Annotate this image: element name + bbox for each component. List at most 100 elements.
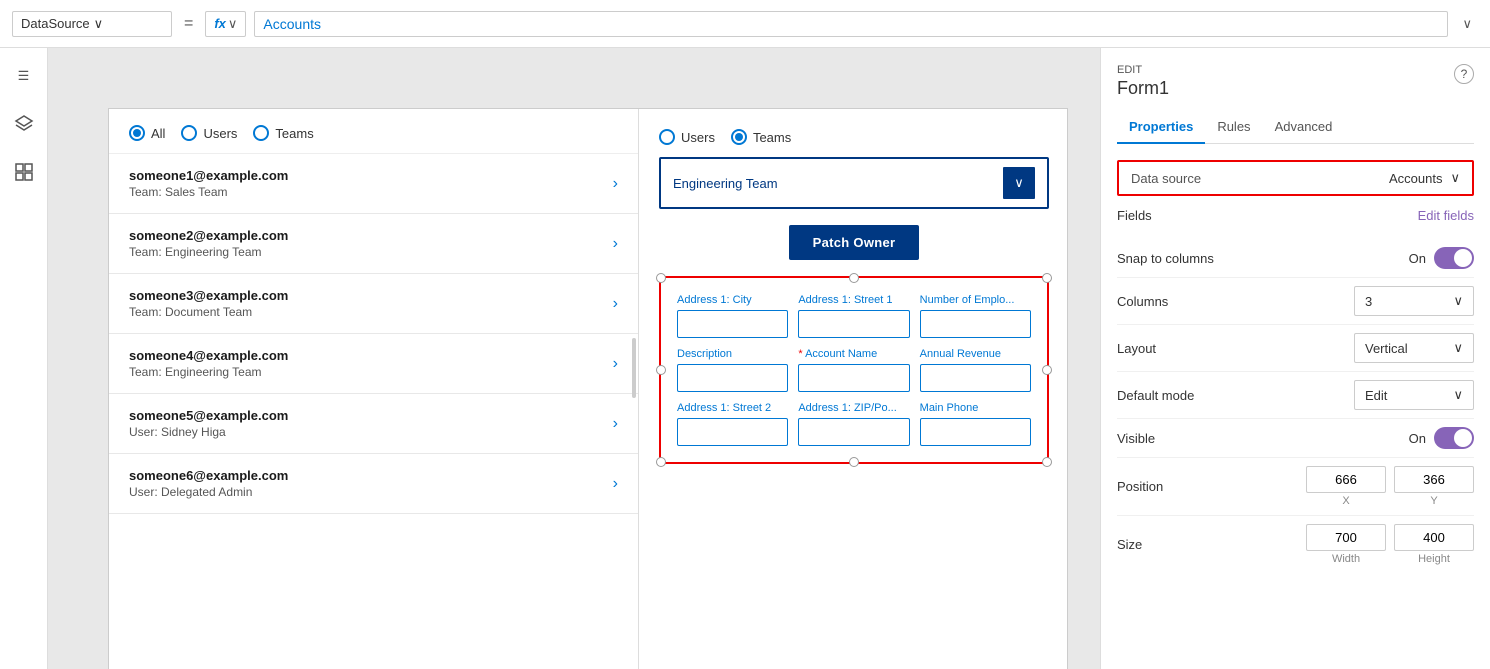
- layers-icon[interactable]: [8, 108, 40, 140]
- canvas-frame: All Users Teams someone1@example.com Tea…: [108, 108, 1068, 669]
- x-label: X: [1306, 495, 1386, 507]
- person-info: someone4@example.com Team: Engineering T…: [129, 348, 288, 379]
- field-input[interactable]: [677, 418, 788, 446]
- tab-properties[interactable]: Properties: [1117, 111, 1205, 144]
- handle-tm[interactable]: [849, 273, 859, 283]
- data-source-chevron: ∨: [1450, 170, 1460, 186]
- right-radio-teams-label: Teams: [753, 130, 791, 145]
- field-input[interactable]: [798, 310, 909, 338]
- field-label: Address 1: Street 1: [798, 294, 909, 306]
- right-radio-users[interactable]: Users: [659, 129, 715, 145]
- form-container[interactable]: Address 1: City Address 1: Street 1 Numb…: [659, 276, 1049, 464]
- team-dropdown[interactable]: Engineering Team ∨: [659, 157, 1049, 209]
- chevron-right-icon: ›: [613, 475, 618, 493]
- team-dropdown-value: Engineering Team: [673, 176, 778, 191]
- right-radio-teams[interactable]: Teams: [731, 129, 791, 145]
- form-grid: Address 1: City Address 1: Street 1 Numb…: [677, 294, 1031, 446]
- hamburger-icon[interactable]: ☰: [8, 60, 40, 92]
- field-input[interactable]: [798, 418, 909, 446]
- radio-users[interactable]: Users: [181, 125, 237, 141]
- datasource-dropdown[interactable]: DataSource ∨: [12, 11, 172, 37]
- properties-panel: EDIT Form1 ? Properties Rules Advanced D…: [1100, 48, 1490, 669]
- person-item[interactable]: someone2@example.com Team: Engineering T…: [109, 214, 638, 274]
- handle-bl[interactable]: [656, 457, 666, 467]
- field-input[interactable]: [920, 310, 1031, 338]
- form-field: Address 1: Street 1: [798, 294, 909, 338]
- person-email: someone5@example.com: [129, 408, 288, 423]
- person-item[interactable]: someone1@example.com Team: Sales Team ›: [109, 154, 638, 214]
- scrollbar[interactable]: [632, 338, 636, 398]
- datasource-chevron: ∨: [94, 16, 104, 32]
- default-mode-row: Default mode Edit ∨: [1117, 372, 1474, 419]
- person-info: someone3@example.com Team: Document Team: [129, 288, 288, 319]
- handle-tl[interactable]: [656, 273, 666, 283]
- radio-all-circle: [129, 125, 145, 141]
- field-input[interactable]: [798, 364, 909, 392]
- tab-rules[interactable]: Rules: [1205, 111, 1262, 144]
- form-field: Address 1: ZIP/Po...: [798, 402, 909, 446]
- formula-bar[interactable]: Accounts: [254, 11, 1448, 37]
- properties-tabs: Properties Rules Advanced: [1117, 111, 1474, 144]
- chevron-right-icon: ›: [613, 295, 618, 313]
- equals-symbol: =: [180, 15, 197, 33]
- person-item[interactable]: someone6@example.com User: Delegated Adm…: [109, 454, 638, 514]
- position-x-input[interactable]: [1306, 466, 1386, 493]
- radio-all[interactable]: All: [129, 125, 165, 141]
- columns-row: Columns 3 ∨: [1117, 278, 1474, 325]
- default-mode-select[interactable]: Edit ∨: [1354, 380, 1474, 410]
- chevron-right-icon: ›: [613, 415, 618, 433]
- columns-select[interactable]: 3 ∨: [1354, 286, 1474, 316]
- field-label: Number of Emplo...: [920, 294, 1031, 306]
- form-field: Description: [677, 348, 788, 392]
- person-item[interactable]: someone5@example.com User: Sidney Higa ›: [109, 394, 638, 454]
- tab-advanced[interactable]: Advanced: [1263, 111, 1345, 144]
- handle-br[interactable]: [1042, 457, 1052, 467]
- position-row: Position X Y: [1117, 458, 1474, 516]
- layout-row: Layout Vertical ∨: [1117, 325, 1474, 372]
- handle-mr[interactable]: [1042, 365, 1052, 375]
- size-width-input[interactable]: [1306, 524, 1386, 551]
- patch-owner-button[interactable]: Patch Owner: [789, 225, 920, 260]
- data-source-value-container: Accounts ∨: [1389, 170, 1460, 186]
- layout-select[interactable]: Vertical ∨: [1354, 333, 1474, 363]
- chevron-right-icon: ›: [613, 175, 618, 193]
- size-label: Size: [1117, 537, 1142, 552]
- position-y-input[interactable]: [1394, 466, 1474, 493]
- fx-button[interactable]: fx ∨: [205, 11, 246, 37]
- data-source-row[interactable]: Data source Accounts ∨: [1117, 160, 1474, 196]
- snap-toggle[interactable]: [1434, 247, 1474, 269]
- person-sub: Team: Sales Team: [129, 185, 288, 199]
- columns-label: Columns: [1117, 294, 1168, 309]
- top-bar: DataSource ∨ = fx ∨ Accounts ∨: [0, 0, 1490, 48]
- right-radio-users-circle: [659, 129, 675, 145]
- default-mode-value: Edit: [1365, 388, 1387, 403]
- help-icon[interactable]: ?: [1454, 64, 1474, 84]
- fields-row: Fields Edit fields: [1117, 208, 1474, 223]
- grid-icon[interactable]: [8, 156, 40, 188]
- radio-teams[interactable]: Teams: [253, 125, 313, 141]
- right-inner-panel: Users Teams Engineering Team ∨ Patch Own…: [639, 109, 1069, 669]
- height-label: Height: [1394, 553, 1474, 565]
- person-sub: Team: Document Team: [129, 305, 288, 319]
- person-item[interactable]: someone4@example.com Team: Engineering T…: [109, 334, 638, 394]
- field-input[interactable]: [677, 310, 788, 338]
- visible-toggle[interactable]: [1434, 427, 1474, 449]
- layout-chevron: ∨: [1453, 340, 1463, 356]
- sidebar-icons: ☰: [0, 48, 48, 669]
- field-input[interactable]: [920, 364, 1031, 392]
- field-input[interactable]: [920, 418, 1031, 446]
- edit-fields-link[interactable]: Edit fields: [1418, 208, 1474, 223]
- size-height-input[interactable]: [1394, 524, 1474, 551]
- person-sub: User: Delegated Admin: [129, 485, 288, 499]
- field-input[interactable]: [677, 364, 788, 392]
- default-mode-chevron: ∨: [1453, 387, 1463, 403]
- handle-ml[interactable]: [656, 365, 666, 375]
- person-list: someone1@example.com Team: Sales Team › …: [109, 154, 638, 514]
- handle-tr[interactable]: [1042, 273, 1052, 283]
- handle-bm[interactable]: [849, 457, 859, 467]
- person-sub: User: Sidney Higa: [129, 425, 288, 439]
- visible-label: Visible: [1117, 431, 1155, 446]
- y-label: Y: [1394, 495, 1474, 507]
- data-source-value: Accounts: [1389, 171, 1442, 186]
- person-item[interactable]: someone3@example.com Team: Document Team…: [109, 274, 638, 334]
